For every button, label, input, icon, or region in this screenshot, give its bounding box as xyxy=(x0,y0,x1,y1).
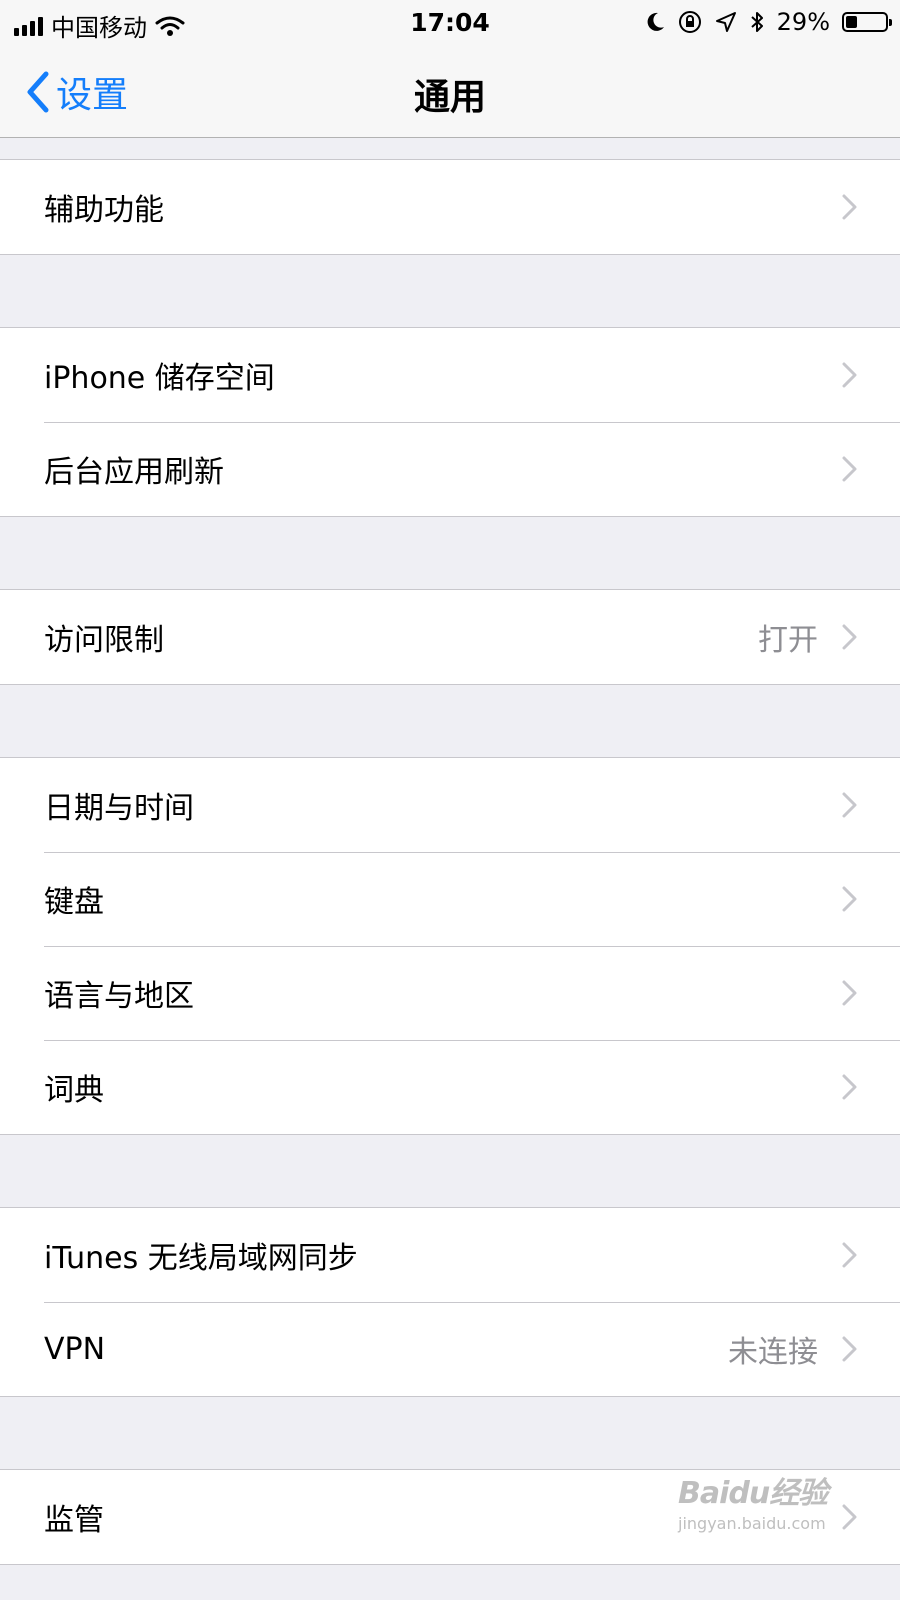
row-label: 辅助功能 xyxy=(44,193,164,228)
location-arrow-icon xyxy=(715,12,736,32)
chevron-right-icon xyxy=(842,1074,857,1100)
settings-row-itunes-wifi-sync[interactable]: iTunes 无线局域网同步 xyxy=(0,1208,900,1302)
row-label: 访问限制 xyxy=(44,623,164,658)
chevron-right-icon xyxy=(842,1242,857,1268)
bluetooth-icon xyxy=(750,12,763,32)
baidu-watermark: Baidu经验 jingyan.baidu.com xyxy=(678,1468,854,1556)
chevron-right-icon xyxy=(842,194,857,220)
settings-row-restrictions[interactable]: 访问限制 打开 xyxy=(0,590,900,684)
chevron-right-icon xyxy=(842,980,857,1006)
navigation-bar: 设置 通用 xyxy=(0,44,900,138)
chevron-right-icon xyxy=(842,456,857,482)
status-right: 29% xyxy=(645,8,892,36)
settings-row-accessibility[interactable]: 辅助功能 xyxy=(0,160,900,254)
row-label: 监管 xyxy=(44,1503,104,1538)
row-label: 后台应用刷新 xyxy=(44,455,224,490)
settings-group: 日期与时间 键盘 语言与地区 词典 xyxy=(0,757,900,1135)
row-label: 日期与时间 xyxy=(44,791,194,826)
settings-group: iTunes 无线局域网同步 VPN 未连接 xyxy=(0,1207,900,1397)
watermark-url: jingyan.baidu.com xyxy=(678,1514,826,1533)
settings-row-date-time[interactable]: 日期与时间 xyxy=(0,758,900,852)
battery-fill xyxy=(846,16,857,28)
row-label: 词典 xyxy=(44,1073,104,1108)
settings-row-iphone-storage[interactable]: iPhone 储存空间 xyxy=(0,328,900,422)
settings-group: 访问限制 打开 xyxy=(0,589,900,685)
settings-row-dictionary[interactable]: 词典 xyxy=(0,1040,900,1134)
watermark-brand: Baidu经验 xyxy=(678,1476,828,1511)
status-bar: 中国移动 17:04 29% xyxy=(0,0,900,44)
settings-row-keyboard[interactable]: 键盘 xyxy=(0,852,900,946)
row-label: 键盘 xyxy=(44,885,104,920)
row-label: iPhone 储存空间 xyxy=(44,361,275,396)
chevron-right-icon xyxy=(842,362,857,388)
settings-group: iPhone 储存空间 后台应用刷新 xyxy=(0,327,900,517)
page-title: 通用 xyxy=(413,77,486,118)
settings-group: 辅助功能 xyxy=(0,159,900,255)
chevron-right-icon xyxy=(842,792,857,818)
chevron-right-icon xyxy=(842,624,857,650)
settings-row-background-refresh[interactable]: 后台应用刷新 xyxy=(0,422,900,516)
row-detail-vpn-status: 未连接 xyxy=(728,1335,818,1370)
chevron-right-icon xyxy=(842,1336,857,1362)
battery-icon xyxy=(842,12,892,32)
do-not-disturb-icon xyxy=(647,12,664,31)
chevron-right-icon xyxy=(842,886,857,912)
row-label: 语言与地区 xyxy=(44,979,194,1014)
settings-row-vpn[interactable]: VPN 未连接 xyxy=(0,1302,900,1396)
battery-percent: 29% xyxy=(776,8,830,36)
row-detail-restrictions: 打开 xyxy=(758,623,818,658)
row-label: iTunes 无线局域网同步 xyxy=(44,1241,358,1276)
orientation-lock-icon xyxy=(678,11,701,33)
settings-row-language-region[interactable]: 语言与地区 xyxy=(0,946,900,1040)
row-label: VPN xyxy=(44,1331,106,1367)
